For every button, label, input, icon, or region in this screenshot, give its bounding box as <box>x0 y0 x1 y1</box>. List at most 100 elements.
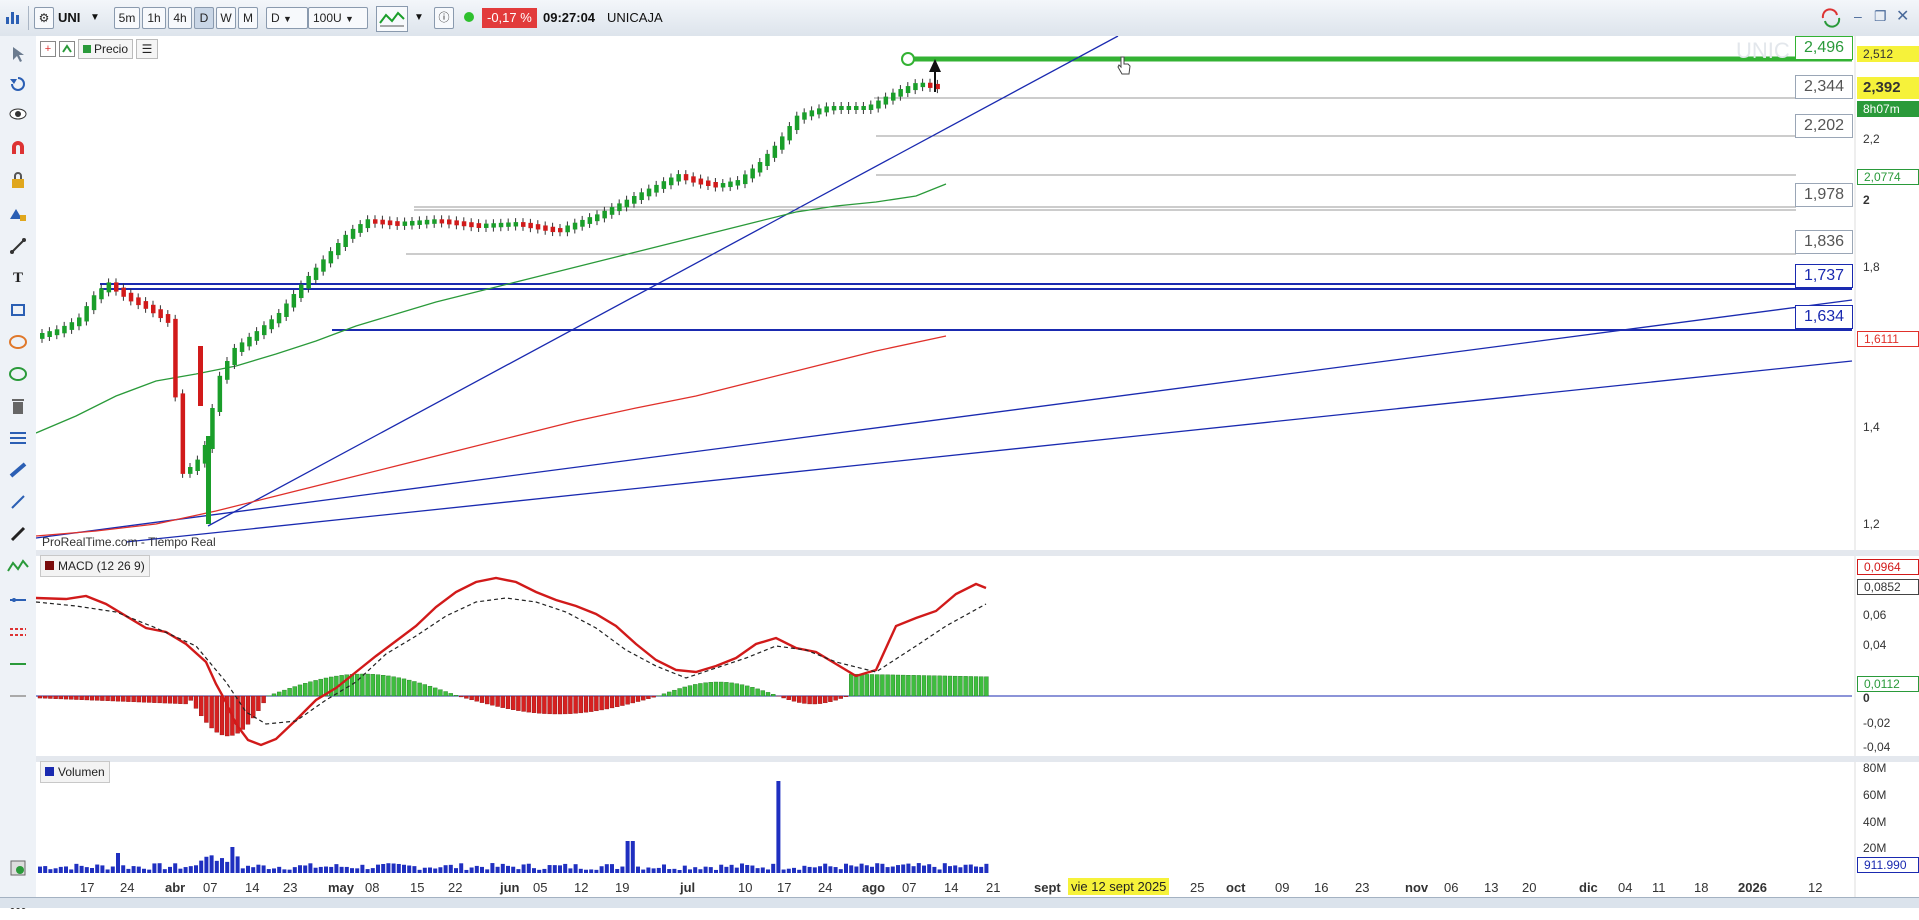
x-axis-label: 16 <box>1314 880 1328 895</box>
ruler-icon[interactable] <box>6 458 30 482</box>
x-axis-label: jun <box>500 880 520 895</box>
symbol-field[interactable]: UNI <box>58 7 80 29</box>
close-icon[interactable]: ✕ <box>1896 6 1912 24</box>
trash-icon[interactable] <box>6 394 30 418</box>
chart-type-icon[interactable] <box>376 6 408 32</box>
tools-settings-icon[interactable] <box>6 856 30 880</box>
x-axis-label: 09 <box>1275 880 1289 895</box>
tf-m-button[interactable]: M <box>238 7 258 29</box>
level-box-1836[interactable]: 1,836 <box>1795 230 1853 254</box>
connection-status-icon <box>464 12 474 22</box>
restore-icon[interactable]: ❐ <box>1874 8 1890 26</box>
axis-hist: 0,0112 <box>1857 676 1919 692</box>
axis-tick: -0,02 <box>1857 716 1919 730</box>
settings-icon[interactable]: ⚙ <box>34 7 54 29</box>
tf-5m-button[interactable]: 5m <box>114 7 140 29</box>
x-axis-label: 20 <box>1522 880 1536 895</box>
macd-legend[interactable]: MACD (12 26 9) <box>40 555 150 577</box>
x-axis-label: 07 <box>902 880 916 895</box>
x-axis-label: 14 <box>245 880 259 895</box>
time-label: 09:27:04 <box>543 7 595 29</box>
x-axis-label: 14 <box>944 880 958 895</box>
x-axis-label: 15 <box>410 880 424 895</box>
x-axis-label: 23 <box>283 880 297 895</box>
axis-tick: 1,4 <box>1857 420 1919 434</box>
pointer-icon[interactable] <box>6 42 30 66</box>
horizontal-line-icon[interactable] <box>6 588 30 612</box>
x-axis-label: 07 <box>203 880 217 895</box>
gray-hline-icon[interactable] <box>6 684 30 708</box>
list-icon[interactable]: ☰ <box>136 39 158 59</box>
price-legend[interactable]: Precio <box>78 39 133 59</box>
x-axis-label: 05 <box>533 880 547 895</box>
tf-1h-button[interactable]: 1h <box>142 7 166 29</box>
channel-tool-icon[interactable] <box>6 362 30 386</box>
ellipse-tool-icon[interactable] <box>6 330 30 354</box>
level-box-2202[interactable]: 2,202 <box>1795 114 1853 138</box>
tf-4h-button[interactable]: 4h <box>168 7 192 29</box>
axis-current-price: 2,392 <box>1857 77 1919 99</box>
lock-icon[interactable] <box>6 168 30 192</box>
axis-countdown: 8h07m <box>1857 101 1919 117</box>
axis-signal: 0,0852 <box>1857 579 1919 595</box>
x-axis-label: 19 <box>615 880 629 895</box>
dashed-lines-icon[interactable] <box>6 620 30 644</box>
green-hline-icon[interactable] <box>6 652 30 676</box>
fibonacci-icon[interactable] <box>6 426 30 450</box>
minimize-icon[interactable]: – <box>1854 8 1870 26</box>
x-axis-label: 06 <box>1444 880 1458 895</box>
axis-tick: -0,04 <box>1857 740 1919 754</box>
axis-yellow-top: 2,512 <box>1857 46 1919 62</box>
tf-d-button[interactable]: D <box>194 7 214 29</box>
x-axis-label: 22 <box>448 880 462 895</box>
volume-legend[interactable]: Volumen <box>40 761 110 783</box>
rectangle-tool-icon[interactable] <box>6 298 30 322</box>
x-axis-label: 04 <box>1618 880 1632 895</box>
status-bar <box>0 897 1919 908</box>
level-box-2344[interactable]: 2,344 <box>1795 75 1853 99</box>
level-box-1978[interactable]: 1,978 <box>1795 183 1853 207</box>
text-tool-icon[interactable]: T <box>6 266 30 290</box>
panel-menu-icon[interactable] <box>59 41 75 57</box>
axis-tick: 40M <box>1857 815 1919 829</box>
x-axis-label: 13 <box>1484 880 1498 895</box>
axis-tick: 0,06 <box>1857 608 1919 622</box>
tf-w-button[interactable]: W <box>216 7 236 29</box>
x-axis-label: 17 <box>80 880 94 895</box>
level-box-1634[interactable]: 1,634 <box>1795 305 1853 329</box>
line-tool-icon[interactable] <box>6 490 30 514</box>
x-axis-label: 23 <box>1355 880 1369 895</box>
axis-tick: 0,04 <box>1857 638 1919 652</box>
units-select[interactable]: 100U ▼ <box>308 7 368 29</box>
x-axis-label: 18 <box>1694 880 1708 895</box>
pen-icon[interactable] <box>6 522 30 546</box>
chevron-down-icon[interactable]: ▼ <box>414 7 424 29</box>
trendline-icon[interactable] <box>6 234 30 258</box>
x-axis-label: 24 <box>120 880 134 895</box>
info-icon[interactable]: ⓘ <box>434 7 454 29</box>
zigzag-icon[interactable] <box>6 554 30 578</box>
sync-icon[interactable] <box>1820 8 1842 28</box>
axis-tick: 1,2 <box>1857 517 1919 531</box>
chevron-down-icon[interactable]: ▼ <box>90 7 100 29</box>
x-axis-label: 12 <box>1808 880 1822 895</box>
x-axis-label: 21 <box>986 880 1000 895</box>
axis-tick: 80M <box>1857 761 1919 775</box>
axis-tick: 1,8 <box>1857 260 1919 274</box>
chart-menu-icon[interactable] <box>4 8 22 26</box>
watermark-text: ProRealTime.com - Tiempo Real <box>42 535 216 549</box>
x-axis-label: may <box>328 880 354 895</box>
undo-draw-icon[interactable] <box>6 72 30 96</box>
price-panel-header: + Precio ☰ <box>40 38 158 58</box>
signal-icon[interactable] <box>6 202 30 226</box>
level-box-1737[interactable]: 1,737 <box>1795 264 1853 288</box>
period-select[interactable]: D ▼ <box>266 7 308 29</box>
x-axis-label: 12 <box>574 880 588 895</box>
level-box-2496[interactable]: 2,496 <box>1795 36 1853 60</box>
add-indicator-icon[interactable]: + <box>40 41 56 57</box>
axis-ma-red: 1,6111 <box>1857 331 1919 347</box>
magnet-icon[interactable] <box>6 136 30 160</box>
chart-canvas[interactable]: UNIC <box>36 36 1919 897</box>
eye-icon[interactable] <box>6 102 30 126</box>
axis-tick: 60M <box>1857 788 1919 802</box>
